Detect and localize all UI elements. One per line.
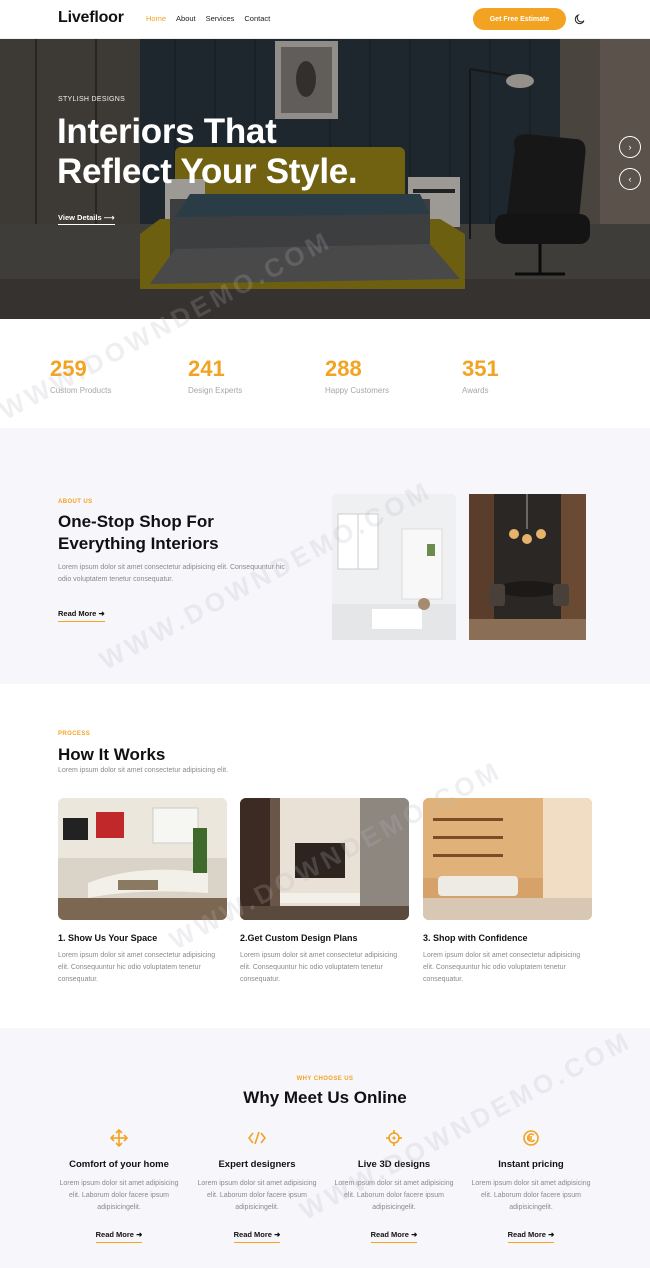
stats-section: 259 Custom Products 241 Design Experts 2… <box>0 319 650 428</box>
feature-read-more-link[interactable]: Read More ➜ <box>192 1224 322 1243</box>
arrow-right-icon: ➜ <box>98 609 105 618</box>
feature-read-more-link[interactable]: Read More ➜ <box>54 1224 184 1243</box>
feature-card: Live 3D designs Lorem ipsum dolor sit am… <box>329 1129 459 1243</box>
why-section: WHY CHOOSE US Why Meet Us Online Comfort… <box>0 1028 650 1268</box>
stat-item: 288 Happy Customers <box>325 356 389 395</box>
hero-title: Interiors That Reflect Your Style. <box>57 112 358 192</box>
arrow-right-icon: ➜ <box>548 1230 555 1239</box>
view-details-link[interactable]: View Details ⟶ <box>58 213 115 225</box>
why-title: Why Meet Us Online <box>243 1088 407 1107</box>
step-text: Lorem ipsum dolor sit amet consectetur a… <box>240 952 398 983</box>
feature-read-more-link[interactable]: Read More ➜ <box>329 1224 459 1243</box>
feature-title: Instant pricing <box>498 1159 564 1170</box>
feature-text: Lorem ipsum dolor sit amet adipisicing e… <box>471 1180 591 1211</box>
hero-banner: STYLISH DESIGNS Interiors That Reflect Y… <box>0 39 650 319</box>
stat-label: Custom Products <box>50 386 112 395</box>
step-title: 2.Get Custom Design Plans <box>240 933 358 943</box>
shelves-room-image <box>423 798 592 920</box>
feature-card: Comfort of your home Lorem ipsum dolor s… <box>54 1129 184 1243</box>
menu-item-services[interactable]: Services <box>206 14 235 23</box>
white-bedroom-image <box>332 494 456 640</box>
stat-item: 241 Design Experts <box>188 356 242 395</box>
process-subtitle: Lorem ipsum dolor sit amet consectetur a… <box>58 767 229 774</box>
stat-label: Happy Customers <box>325 386 390 395</box>
feature-title: Comfort of your home <box>69 1159 169 1170</box>
get-estimate-button[interactable]: Get Free Estimate <box>473 8 566 30</box>
code-icon <box>248 1131 266 1145</box>
about-text: Lorem ipsum dolor sit amet consectetur a… <box>58 564 285 583</box>
hero-title-line-1: Interiors That <box>57 112 277 151</box>
about-title: One-Stop Shop For Everything Interiors <box>58 511 219 555</box>
process-section: PROCESS How It Works Lorem ipsum dolor s… <box>0 684 650 1028</box>
stat-label: Design Experts <box>188 386 243 395</box>
stat-value: 288 <box>325 356 362 381</box>
feature-text: Lorem ipsum dolor sit amet adipisicing e… <box>59 1180 179 1211</box>
step-title: 3. Shop with Confidence <box>423 933 528 943</box>
feature-read-more-link[interactable]: Read More ➜ <box>466 1224 596 1243</box>
hero-eyebrow: STYLISH DESIGNS <box>58 96 126 103</box>
about-title-line-1: One-Stop Shop For <box>58 512 214 531</box>
about-read-more-link[interactable]: Read More ➜ <box>58 603 105 622</box>
arrow-right-icon: ➜ <box>411 1230 418 1239</box>
feature-card: Instant pricing Lorem ipsum dolor sit am… <box>466 1129 596 1243</box>
arrow-right-icon: ➜ <box>136 1230 143 1239</box>
stat-value: 259 <box>50 356 87 381</box>
dining-room-image <box>469 494 586 640</box>
view-details-label: View Details <box>58 213 102 222</box>
moon-icon[interactable] <box>574 13 586 25</box>
price-tag-icon <box>523 1130 539 1146</box>
site-logo[interactable]: Livefloor <box>58 9 124 27</box>
process-title: How It Works <box>58 745 166 764</box>
read-more-label: Read More ➜ <box>58 609 105 622</box>
stat-label: Awards <box>462 386 489 395</box>
step-title: 1. Show Us Your Space <box>58 933 158 943</box>
menu-item-contact[interactable]: Contact <box>244 14 270 23</box>
hero-title-line-2: Reflect Your Style. <box>57 152 358 191</box>
tv-wall-room-image <box>240 798 409 920</box>
step-text: Lorem ipsum dolor sit amet consectetur a… <box>58 952 216 983</box>
feature-text: Lorem ipsum dolor sit amet adipisicing e… <box>197 1180 317 1211</box>
stat-item: 351 Awards <box>462 356 499 395</box>
step-text: Lorem ipsum dolor sit amet consectetur a… <box>423 952 581 983</box>
chevron-right-icon[interactable]: › <box>619 136 641 158</box>
feature-card: Expert designers Lorem ipsum dolor sit a… <box>192 1129 322 1243</box>
menu-item-home[interactable]: Home <box>146 14 166 23</box>
main-menu: Home About Services Contact <box>146 14 270 23</box>
process-eyebrow: PROCESS <box>58 731 91 737</box>
about-title-line-2: Everything Interiors <box>58 534 219 553</box>
living-room-image <box>58 798 227 920</box>
feature-title: Live 3D designs <box>357 1159 431 1170</box>
feature-text: Lorem ipsum dolor sit amet adipisicing e… <box>334 1180 454 1211</box>
stat-item: 259 Custom Products <box>50 356 111 395</box>
move-arrows-icon <box>110 1129 128 1147</box>
stat-value: 351 <box>462 356 499 381</box>
chevron-left-icon[interactable]: ‹ <box>619 168 641 190</box>
why-eyebrow: WHY CHOOSE US <box>296 1076 354 1082</box>
menu-item-about[interactable]: About <box>176 14 196 23</box>
stat-value: 241 <box>188 356 225 381</box>
arrow-right-icon: ⟶ <box>103 213 115 222</box>
crosshair-icon <box>386 1130 402 1146</box>
about-eyebrow: ABOUT US <box>58 499 93 505</box>
feature-title: Expert designers <box>218 1159 296 1170</box>
about-section: ABOUT US One-Stop Shop For Everything In… <box>0 428 650 684</box>
top-navbar: Livefloor Home About Services Contact Ge… <box>0 0 650 39</box>
arrow-right-icon: ➜ <box>274 1230 281 1239</box>
